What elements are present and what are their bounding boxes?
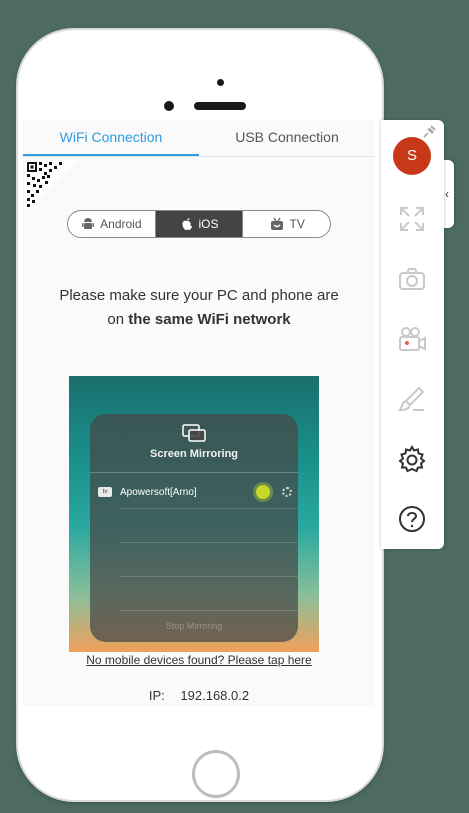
platform-tv-label: TV <box>289 217 305 231</box>
camera-icon <box>399 268 425 290</box>
device-name: Apowersoft[Arno] <box>120 486 197 498</box>
brush-icon <box>398 386 425 412</box>
stop-mirroring-text: Stop Mirroring <box>165 621 223 631</box>
help-icon <box>399 506 425 532</box>
tv-icon <box>270 217 283 230</box>
front-camera <box>164 101 174 111</box>
platform-android[interactable]: Android <box>68 211 155 237</box>
ip-address: IP: 192.168.0.2 <box>23 688 375 703</box>
apple-icon <box>182 218 192 230</box>
settings-icon <box>398 445 426 473</box>
mirroring-panel: Screen Mirroring tv Apowersoft[Arno] Sto… <box>90 414 298 642</box>
tab-usb-connection[interactable]: USB Connection <box>199 120 375 156</box>
home-button[interactable] <box>192 750 240 798</box>
mirroring-title: Screen Mirroring <box>149 448 239 460</box>
screenshot-button[interactable] <box>396 263 428 295</box>
no-devices-help-link[interactable]: No mobile devices found? Please tap here <box>23 653 375 667</box>
tab-wifi-connection[interactable]: WiFi Connection <box>23 120 199 156</box>
spinner-icon <box>282 487 292 497</box>
ip-value: 192.168.0.2 <box>180 688 250 703</box>
earpiece-speaker <box>194 102 246 110</box>
fullscreen-button[interactable] <box>396 203 428 235</box>
instruction-bold: the same WiFi network <box>128 311 291 328</box>
ip-label: IP: <box>148 688 165 703</box>
help-button[interactable] <box>396 503 428 535</box>
platform-ios-label: iOS <box>198 217 219 231</box>
qr-code-icon[interactable] <box>25 160 77 212</box>
whiteboard-button[interactable] <box>396 383 428 415</box>
connection-tabs: WiFi Connection USB Connection <box>23 120 375 157</box>
android-icon <box>82 218 95 229</box>
device-row: tv Apowersoft[Arno] <box>98 480 292 504</box>
record-button[interactable] <box>396 323 428 355</box>
settings-button[interactable] <box>396 443 428 475</box>
screen-mirroring-preview: Screen Mirroring tv Apowersoft[Arno] Sto… <box>69 376 319 652</box>
platform-selector: Android iOS TV <box>67 210 331 238</box>
side-toolbar: S <box>381 120 444 549</box>
platform-ios[interactable]: iOS <box>155 211 243 237</box>
pin-icon[interactable] <box>421 124 437 140</box>
fullscreen-icon <box>400 207 424 231</box>
platform-android-label: Android <box>100 217 142 231</box>
wifi-instruction: Please make sure your PC and phone are o… <box>53 284 345 332</box>
phone-screen: WiFi Connection USB Connection Android i… <box>23 120 375 706</box>
platform-tv[interactable]: TV <box>243 211 330 237</box>
connecting-indicator <box>256 485 270 499</box>
sensor-dot <box>217 79 224 86</box>
apple-tv-icon: tv <box>98 487 112 497</box>
avatar[interactable]: S <box>393 137 431 175</box>
screen-mirroring-icon <box>182 424 206 442</box>
record-icon <box>399 327 426 351</box>
